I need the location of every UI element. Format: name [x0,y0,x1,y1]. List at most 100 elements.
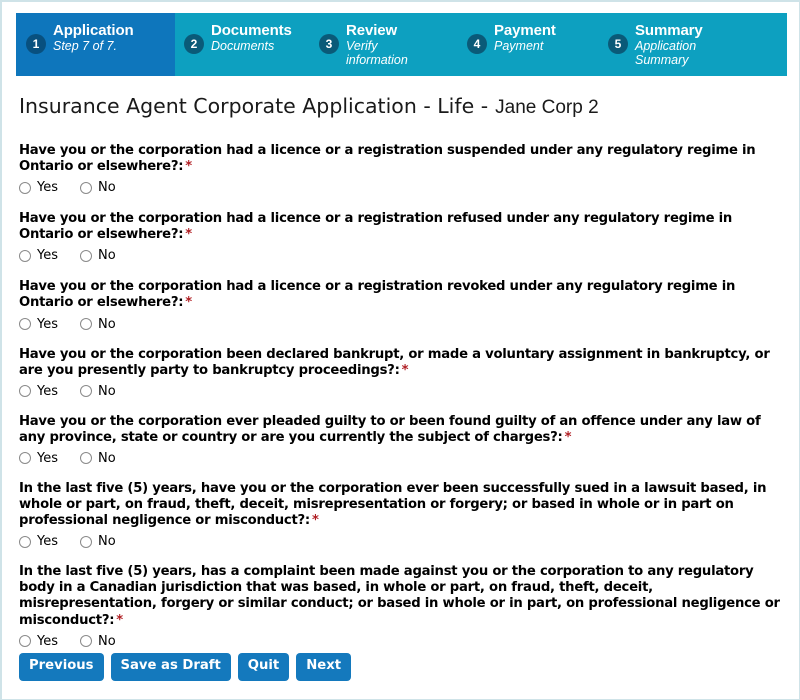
radio-option-no[interactable]: No [80,248,116,263]
required-asterisk: * [311,513,319,529]
radio-option-yes[interactable]: Yes [19,534,58,549]
radio-option-no[interactable]: No [80,534,116,549]
radio-icon[interactable] [80,318,92,331]
question-item: Have you or the corporation had a licenc… [19,143,783,195]
radio-icon[interactable] [19,318,31,331]
radio-group: Yes No [19,451,783,466]
step-title-5: Summary [635,22,703,39]
radio-label-yes: Yes [37,633,58,649]
radio-group: Yes No [19,317,783,332]
question-item: Have you or the corporation had a licenc… [19,279,783,332]
wizard-step-payment[interactable]: 4 Payment Payment [458,13,599,76]
step-subtitle-line: Summary [635,52,689,67]
radio-icon[interactable] [19,635,31,648]
radio-option-yes[interactable]: Yes [19,384,58,399]
radio-option-no[interactable]: No [80,180,116,195]
wizard-step-summary[interactable]: 5 Summary Application Summary [599,13,779,76]
application-page: 1 Application Step 7 of 7. 2 Documents D… [0,0,800,700]
radio-icon[interactable] [80,385,92,398]
step-text-4: Payment Payment [494,22,556,54]
question-text: Have you or the corporation had a licenc… [19,143,783,175]
wizard-step-review[interactable]: 3 Review Verify information [310,13,458,76]
step-subtitle-3: Verify information [346,40,408,67]
radio-label-yes: Yes [37,248,58,264]
radio-label-no: No [98,316,116,332]
radio-group: Yes No [19,634,783,649]
required-asterisk: * [116,612,123,628]
radio-group: Yes No [19,248,783,263]
step-subtitle-1: Step 7 of 7. [53,40,134,54]
step-number-5: 5 [608,34,628,54]
step-subtitle-line: Documents [211,39,275,54]
radio-label-no: No [98,248,116,264]
disclosure-questions-form: Have you or the corporation had a licenc… [19,143,783,649]
question-text: Have you or the corporation had a licenc… [19,279,783,311]
quit-button[interactable]: Quit [237,653,290,681]
previous-button[interactable]: Previous [19,653,104,681]
radio-icon[interactable] [19,452,31,465]
radio-icon[interactable] [80,452,92,465]
step-number-2: 2 [184,34,204,54]
radio-icon[interactable] [80,181,92,194]
radio-icon[interactable] [19,249,31,262]
corporation-name: Jane Corp 2 [495,97,599,118]
radio-icon[interactable] [80,635,92,648]
radio-option-yes[interactable]: Yes [19,634,58,649]
radio-option-yes[interactable]: Yes [19,180,58,195]
step-subtitle-4: Payment [494,40,556,54]
step-number-1: 1 [26,34,46,54]
question-text: Have you or the corporation been declare… [19,347,783,379]
radio-label-yes: Yes [37,316,58,332]
step-subtitle-5: Application Summary [635,40,703,67]
radio-icon[interactable] [80,535,92,548]
radio-group: Yes No [19,180,783,195]
question-item: In the last five (5) years, has a compla… [19,564,783,649]
page-title-text: Insurance Agent Corporate Application - … [19,94,489,118]
radio-icon[interactable] [80,249,92,262]
question-item: Have you or the corporation been declare… [19,347,783,399]
question-label: In the last five (5) years, has a compla… [19,564,780,628]
step-number-3: 3 [319,34,339,54]
question-label: Have you or the corporation been declare… [19,346,770,378]
next-button[interactable]: Next [296,653,352,681]
question-label: Have you or the corporation had a licenc… [19,279,736,311]
step-title-2: Documents [211,22,292,39]
page-title: Insurance Agent Corporate Application - … [19,94,599,119]
step-subtitle-2: Documents [211,40,292,54]
radio-option-no[interactable]: No [80,317,116,332]
required-asterisk: * [185,227,192,243]
radio-label-no: No [98,450,116,466]
question-text: In the last five (5) years, has a compla… [19,564,783,628]
question-label: Have you or the corporation had a licenc… [19,143,756,175]
radio-option-yes[interactable]: Yes [19,317,58,332]
radio-option-yes[interactable]: Yes [19,451,58,466]
radio-group: Yes No [19,384,783,399]
radio-option-no[interactable]: No [80,634,116,649]
radio-label-yes: Yes [37,534,58,550]
radio-label-no: No [98,180,116,196]
step-title-3: Review [346,22,398,39]
radio-label-yes: Yes [37,383,58,399]
question-label: Have you or the corporation had a licenc… [19,211,733,243]
radio-label-yes: Yes [37,450,58,466]
radio-group: Yes No [19,534,783,549]
radio-option-yes[interactable]: Yes [19,248,58,263]
save-as-draft-button[interactable]: Save as Draft [110,653,231,681]
question-text: Have you or the corporation had a licenc… [19,211,783,243]
required-asterisk: * [401,362,409,378]
radio-label-no: No [98,383,116,399]
radio-icon[interactable] [19,535,31,548]
radio-option-no[interactable]: No [80,384,116,399]
step-title-1: Application [53,22,134,39]
step-title-4: Payment [494,22,556,39]
required-asterisk: * [185,159,192,175]
radio-option-no[interactable]: No [80,451,116,466]
wizard-step-documents[interactable]: 2 Documents Documents [175,13,310,76]
radio-icon[interactable] [19,385,31,398]
step-subtitle-line: Payment [494,39,544,54]
step-subtitle-line: information [346,52,408,67]
form-action-buttons: Previous Save as Draft Quit Next [19,653,358,681]
wizard-step-application[interactable]: 1 Application Step 7 of 7. [16,13,175,76]
radio-icon[interactable] [19,181,31,194]
question-label: Have you or the corporation ever pleaded… [19,413,761,445]
